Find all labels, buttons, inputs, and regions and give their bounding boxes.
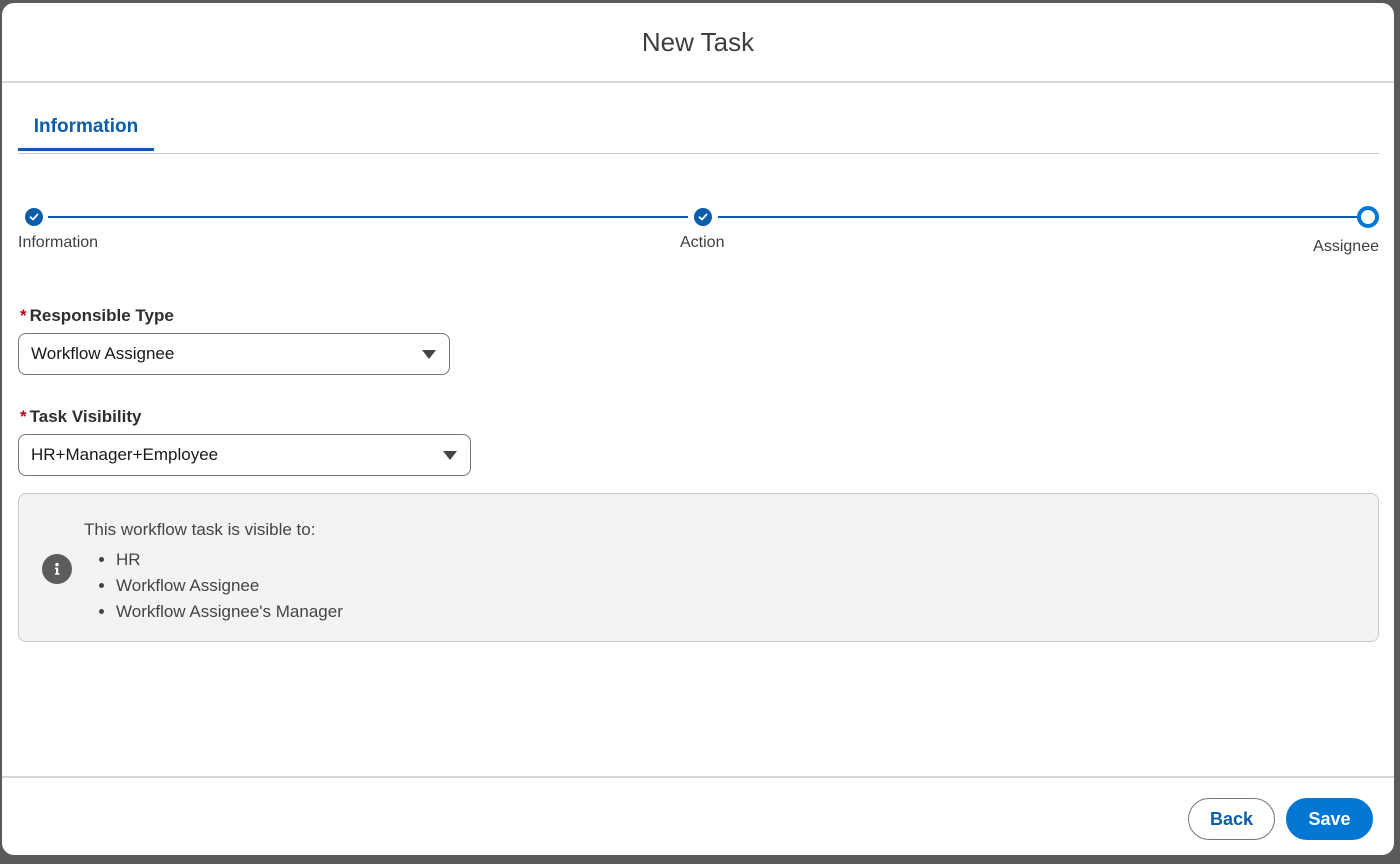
responsible-type-label-text: Responsible Type	[29, 306, 174, 325]
task-visibility-label: * Task Visibility	[20, 407, 141, 427]
progress-indicator: Information Action Assignee	[18, 205, 1379, 265]
responsible-type-value: Workflow Assignee	[31, 344, 175, 363]
chevron-down-icon	[443, 451, 457, 460]
info-text: This workflow task is visible to: HR Wor…	[84, 519, 343, 625]
list-item: Workflow Assignee's Manager	[116, 599, 343, 625]
list-item: HR	[116, 547, 343, 573]
task-visibility-select[interactable]: HR+Manager+Employee	[18, 434, 471, 476]
step-label-action: Action	[680, 234, 725, 251]
responsible-type-label: * Responsible Type	[20, 306, 174, 326]
info-icon	[42, 554, 72, 584]
progress-line-2	[718, 216, 1358, 218]
responsible-type-select[interactable]: Workflow Assignee	[18, 333, 450, 375]
required-marker: *	[20, 306, 27, 325]
step-information-complete-icon[interactable]	[25, 208, 43, 226]
visibility-info-box: This workflow task is visible to: HR Wor…	[18, 493, 1379, 642]
visibility-list: HR Workflow Assignee Workflow Assignee's…	[84, 547, 343, 625]
modal-title: New Task	[641, 26, 755, 57]
info-intro: This workflow task is visible to:	[84, 520, 316, 539]
required-marker: *	[20, 407, 27, 426]
task-visibility-label-text: Task Visibility	[29, 407, 142, 426]
modal-footer: Back Save	[2, 776, 1394, 855]
chevron-down-icon	[422, 350, 436, 359]
progress-line-1	[48, 216, 688, 218]
back-button[interactable]: Back	[1188, 798, 1275, 840]
list-item: Workflow Assignee	[116, 573, 343, 599]
step-action-complete-icon[interactable]	[694, 208, 712, 226]
new-task-modal: New Task Information Information Action …	[2, 3, 1394, 855]
tab-information[interactable]: Information	[18, 103, 154, 151]
task-visibility-value: HR+Manager+Employee	[31, 445, 219, 464]
tab-bar: Information	[18, 103, 1379, 154]
step-label-information: Information	[18, 234, 99, 251]
step-assignee-current-icon[interactable]	[1357, 206, 1379, 228]
step-label-assignee: Assignee	[1313, 238, 1379, 255]
modal-header: New Task	[2, 3, 1394, 83]
save-button[interactable]: Save	[1286, 798, 1373, 840]
